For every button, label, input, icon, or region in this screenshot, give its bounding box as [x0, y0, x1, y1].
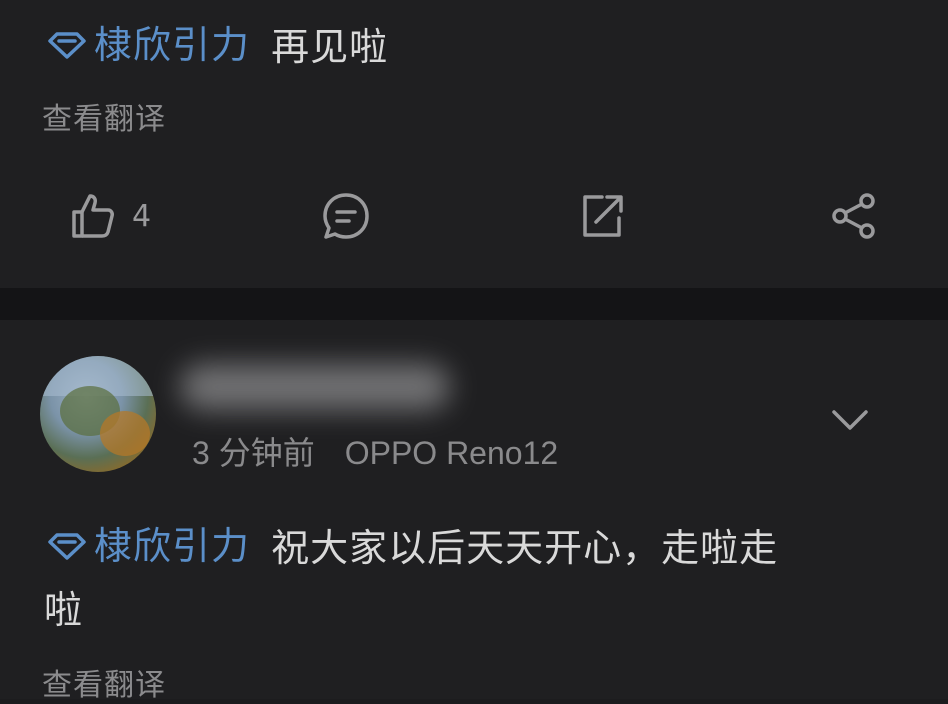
post-time: 3 分钟前 [192, 435, 315, 471]
post-content: 棣欣引力 祝大家以后天天开心，走啦走 [44, 516, 908, 578]
topic-label: 棣欣引力 [94, 524, 251, 568]
post-card-2: 3 分钟前 OPPO Reno12 棣欣引力 祝大家以后天天开心，走啦走 啦 查看… [0, 320, 948, 703]
share-button[interactable] [828, 190, 880, 242]
post-content: 棣欣引力 再见啦 [44, 15, 908, 77]
comment-button[interactable] [320, 190, 372, 242]
avatar[interactable] [40, 356, 156, 472]
topic-link[interactable]: 棣欣引力 [44, 15, 250, 75]
view-translation-link[interactable]: 查看翻译 [42, 94, 166, 138]
post-card-1: 棣欣引力 再见啦 查看翻译 4 [0, 0, 948, 288]
topic-label: 棣欣引力 [94, 23, 251, 67]
share-icon [832, 193, 875, 239]
thumbs-up-icon [72, 194, 114, 238]
like-count: 4 [132, 198, 152, 234]
comment-icon [323, 193, 369, 239]
view-translation-link[interactable]: 查看翻译 [42, 660, 166, 704]
diamond-icon [48, 32, 86, 59]
post-device: OPPO Reno12 [344, 435, 559, 471]
chevron-down-icon[interactable] [828, 398, 872, 442]
post-text: 祝大家以后天天开心，走啦走 [271, 526, 779, 570]
diamond-icon [48, 533, 86, 560]
topic-link[interactable]: 棣欣引力 [44, 516, 250, 576]
post-text: 再见啦 [271, 25, 389, 69]
repost-icon [583, 195, 623, 237]
post-meta: 3 分钟前 OPPO Reno12 [192, 428, 558, 474]
post-divider [0, 288, 948, 320]
like-button[interactable]: 4 [66, 190, 151, 242]
action-bar: 4 [0, 180, 948, 250]
repost-button[interactable] [576, 190, 628, 242]
author-name-blurred[interactable] [180, 364, 450, 410]
post-text-continued: 啦 [44, 588, 84, 632]
